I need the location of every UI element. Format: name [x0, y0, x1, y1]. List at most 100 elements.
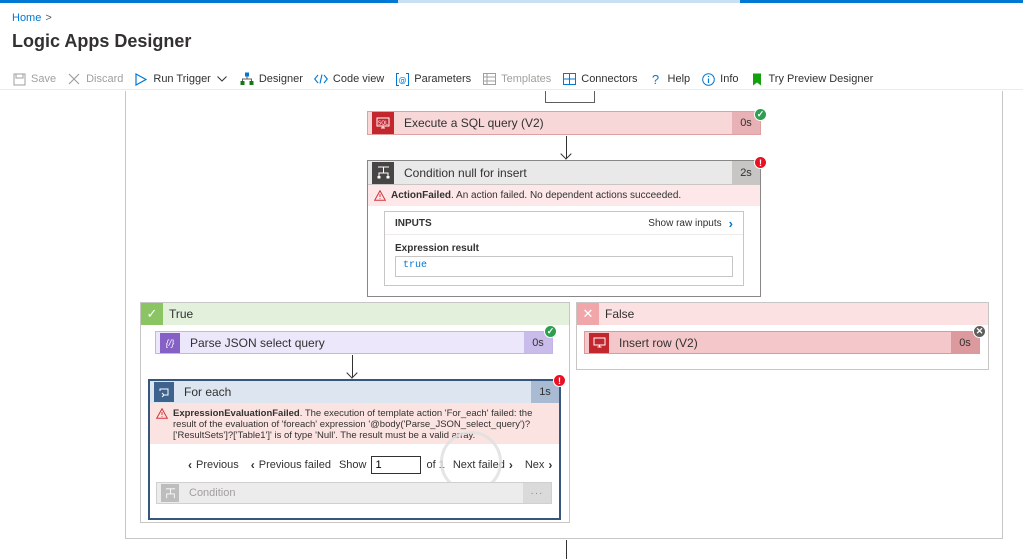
for-each-label: For each — [184, 385, 232, 399]
try-preview-label: Try Preview Designer — [768, 73, 874, 85]
for-each-error-title: ExpressionEvaluationFailed — [173, 408, 300, 419]
sql-server-icon: SQL — [372, 112, 394, 134]
connectors-label: Connectors — [581, 73, 638, 85]
error-badge-icon: ! — [754, 156, 767, 169]
chevron-right-icon: › — [508, 458, 513, 472]
try-preview-button[interactable]: Try Preview Designer — [750, 72, 874, 86]
sql-server-icon — [589, 332, 609, 353]
previous-failed-label: Previous failed — [258, 459, 331, 471]
warning-icon — [374, 190, 386, 201]
iteration-pager: ‹Previous ‹Previous failed Show of 1 Nex… — [184, 456, 564, 474]
previous-label: Previous — [196, 459, 239, 471]
save-label: Save — [31, 73, 57, 85]
next-label: Nex — [524, 459, 545, 471]
chevron-right-icon: › — [728, 215, 733, 231]
play-icon — [134, 72, 148, 86]
for-each-error-banner: ExpressionEvaluationFailed. The executio… — [150, 403, 559, 444]
more-options-button[interactable]: ··· — [176, 33, 191, 47]
for-each-header[interactable]: For each 1s — [150, 381, 559, 403]
arrow-line — [566, 540, 567, 559]
sql-query-label: Execute a SQL query (V2) — [404, 116, 544, 130]
chevron-left-icon: ‹ — [250, 458, 255, 472]
page-title: Logic Apps Designer — [12, 31, 192, 51]
discard-button[interactable]: Discard — [67, 72, 123, 86]
for-each-card[interactable]: For each 1s ExpressionEvaluationFailed. … — [148, 379, 561, 520]
save-icon — [12, 72, 26, 86]
parameters-label: Parameters — [414, 73, 472, 85]
more-options-button[interactable]: ··· — [523, 483, 551, 503]
show-raw-inputs-link[interactable]: Show raw inputs › — [648, 216, 733, 231]
insert-row-action[interactable]: Insert row (V2) 0s — [584, 331, 980, 354]
info-label: Info — [720, 73, 739, 85]
warning-icon — [156, 408, 168, 419]
breadcrumb-home[interactable]: Home — [12, 12, 41, 24]
code-view-label: Code view — [332, 73, 385, 85]
insert-row-label: Insert row (V2) — [619, 335, 698, 350]
code-icon — [313, 72, 328, 86]
designer-icon — [240, 72, 254, 86]
templates-label: Templates — [501, 73, 552, 85]
true-branch-header[interactable]: ✓ True — [141, 303, 569, 325]
skipped-icon: ✕ — [973, 325, 986, 338]
info-button[interactable]: Info — [701, 72, 739, 86]
iteration-number-input[interactable] — [371, 456, 422, 474]
false-branch-header[interactable]: ✕ False — [577, 303, 988, 325]
toolbar-divider — [0, 89, 1023, 90]
svg-text:SQL: SQL — [378, 120, 388, 126]
success-check-icon: ✓ — [754, 108, 767, 121]
false-branch-label: False — [605, 307, 635, 321]
help-label: Help — [667, 73, 691, 85]
parse-json-icon: {/} — [160, 332, 180, 353]
inner-condition-action[interactable]: Condition ··· — [156, 482, 552, 504]
close-icon: ✕ — [577, 303, 599, 325]
condition-error-text: . An action failed. No dependent actions… — [451, 190, 682, 201]
condition-icon — [161, 484, 179, 502]
show-raw-inputs-label: Show raw inputs — [648, 217, 722, 229]
run-trigger-button[interactable]: Run Trigger — [134, 72, 228, 86]
condition-icon — [372, 161, 394, 184]
connectors-icon — [562, 72, 576, 86]
error-badge-icon: ! — [553, 374, 566, 387]
condition-card[interactable]: Condition null for insert 2s ActionFaile… — [367, 160, 761, 297]
parameters-icon: @ — [395, 72, 409, 86]
condition-error-title: ActionFailed — [391, 190, 452, 201]
breadcrumb-separator: > — [45, 12, 52, 24]
sql-query-action[interactable]: SQL Execute a SQL query (V2) 0s — [367, 111, 761, 135]
inputs-panel: INPUTS Show raw inputs › Expression resul… — [384, 211, 744, 286]
run-trigger-label: Run Trigger — [153, 73, 211, 85]
top-bar — [0, 0, 1023, 3]
breadcrumb: Home > — [12, 12, 52, 24]
templates-icon — [482, 72, 496, 86]
info-icon — [701, 72, 715, 86]
close-icon — [67, 72, 81, 86]
previous-failed-button[interactable]: ‹ Previous failed — [247, 458, 331, 472]
parameters-button[interactable]: @ Parameters — [395, 72, 471, 86]
code-view-button[interactable]: Code view — [313, 72, 385, 86]
chevron-left-icon: ‹ — [188, 458, 192, 472]
parse-json-label: Parse JSON select query — [190, 335, 325, 350]
flag-icon — [750, 72, 764, 86]
designer-button[interactable]: Designer — [240, 72, 303, 86]
expression-result-label: Expression result — [395, 243, 479, 254]
success-check-icon: ✓ — [544, 325, 557, 338]
chevron-right-icon: › — [548, 458, 553, 472]
next-button[interactable]: Nex › — [525, 458, 557, 472]
show-label: Show — [338, 459, 367, 471]
templates-button[interactable]: Templates — [482, 72, 551, 86]
svg-text:@: @ — [398, 75, 406, 84]
global-search-bar[interactable] — [398, 0, 740, 3]
previous-button[interactable]: ‹ Previous — [184, 458, 239, 472]
expression-result-value: true — [395, 256, 733, 277]
help-icon: ? — [651, 71, 660, 87]
designer-toolbar: Save Discard Run Trigger Designer Code v… — [12, 70, 884, 88]
designer-label: Designer — [258, 73, 303, 85]
discard-label: Discard — [86, 73, 124, 85]
condition-header[interactable]: Condition null for insert 2s — [368, 161, 760, 185]
connectors-button[interactable]: Connectors — [562, 72, 638, 86]
true-branch-label: True — [169, 307, 194, 321]
help-button[interactable]: ? Help — [649, 71, 691, 87]
condition-error-banner: ActionFailed. An action failed. No depen… — [368, 185, 760, 206]
save-button[interactable]: Save — [12, 72, 56, 86]
condition-label: Condition null for insert — [404, 165, 527, 180]
parse-json-action[interactable]: {/} Parse JSON select query 0s — [155, 331, 553, 354]
